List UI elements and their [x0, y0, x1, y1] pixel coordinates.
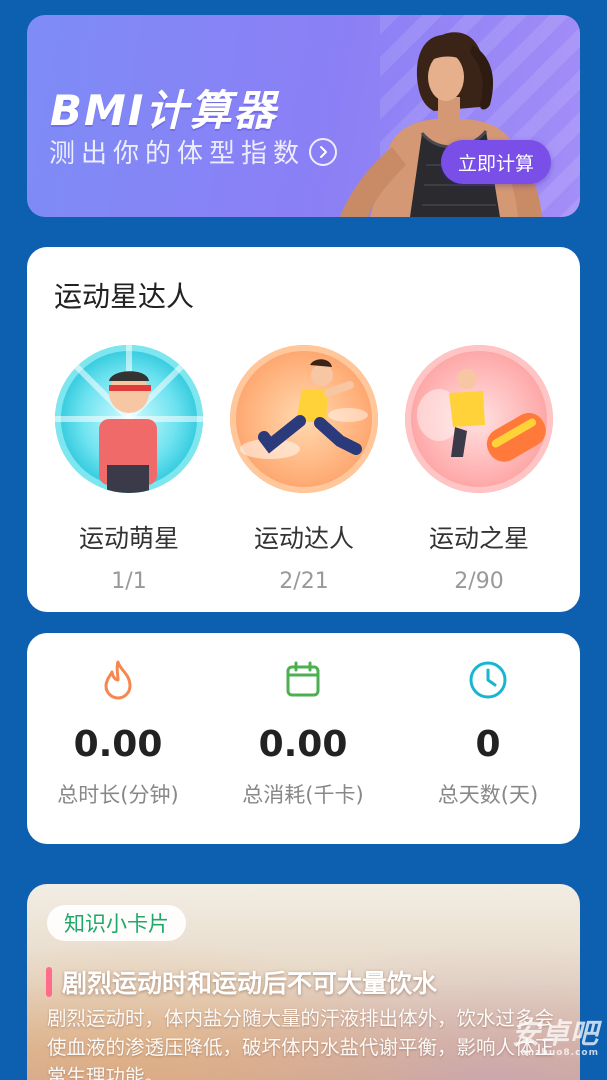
badge-sport-master-image [230, 345, 378, 493]
achievements-title: 运动星达人 [54, 280, 195, 313]
heading-accent-bar [46, 967, 52, 997]
badge-name: 运动萌星 [78, 524, 179, 553]
athlete-woman-image [340, 32, 542, 217]
calculate-now-button[interactable]: 立即计算 [441, 140, 551, 184]
achievements-card: 运动星达人 运动萌星 1/1 运动达人 2/21 运动之星 2/90 [27, 247, 580, 612]
clock-icon [466, 658, 510, 702]
badge-item[interactable]: 运动之星 2/90 [405, 345, 553, 594]
knowledge-tag: 知识小卡片 [47, 905, 186, 941]
badge-name: 运动之星 [428, 524, 529, 553]
bmi-subtitle: 测出你的体型指数 [49, 139, 306, 169]
badge-progress: 2/90 [454, 569, 504, 594]
watermark-url: anzhuo8.com [520, 1048, 599, 1058]
stat-value: 0.00 [258, 724, 348, 765]
knowledge-body: 剧烈运动时，体内盐分随大量的汗液排出体外，饮水过多会使血液的渗透压降低，破坏体内… [47, 1007, 555, 1080]
knowledge-heading: 剧烈运动时和运动后不可大量饮水 [62, 969, 438, 998]
stat-value: 0.00 [73, 724, 163, 765]
stat-label: 总天数(天) [437, 783, 539, 807]
knowledge-card[interactable]: 知识小卡片 剧烈运动时和运动后不可大量饮水 剧烈运动时，体内盐分随大量的汗液排出… [27, 884, 580, 1080]
stat-value: 0 [475, 724, 501, 765]
stat-total-days: 0 总天数(天) [398, 658, 578, 809]
badge-item[interactable]: 运动萌星 1/1 [55, 345, 203, 594]
stat-total-duration: 0.00 总时长(分钟) [28, 658, 208, 809]
badge-item[interactable]: 运动达人 2/21 [230, 345, 378, 594]
flame-icon [96, 658, 140, 702]
watermark-logo: 安卓吧 anzhuo8.com [512, 1012, 599, 1058]
calendar-icon [281, 658, 325, 702]
badge-sport-star-image [405, 345, 553, 493]
badge-cute-star-image [55, 345, 203, 493]
stat-label: 总时长(分钟) [57, 783, 179, 807]
badge-progress: 2/21 [279, 569, 329, 594]
stat-label: 总消耗(千卡) [242, 783, 364, 807]
watermark-text: 安卓吧 [511, 1017, 599, 1050]
stats-card: 0.00 总时长(分钟) 0.00 总消耗(千卡) 0 总天数(天) [27, 633, 580, 844]
stat-total-calories: 0.00 总消耗(千卡) [213, 658, 393, 809]
bmi-banner[interactable]: BMI计算器 测出你的体型指数 立即计算 [27, 15, 580, 217]
bmi-title: BMI计算器 [50, 86, 278, 135]
badge-progress: 1/1 [111, 569, 147, 594]
badge-name: 运动达人 [253, 524, 354, 553]
